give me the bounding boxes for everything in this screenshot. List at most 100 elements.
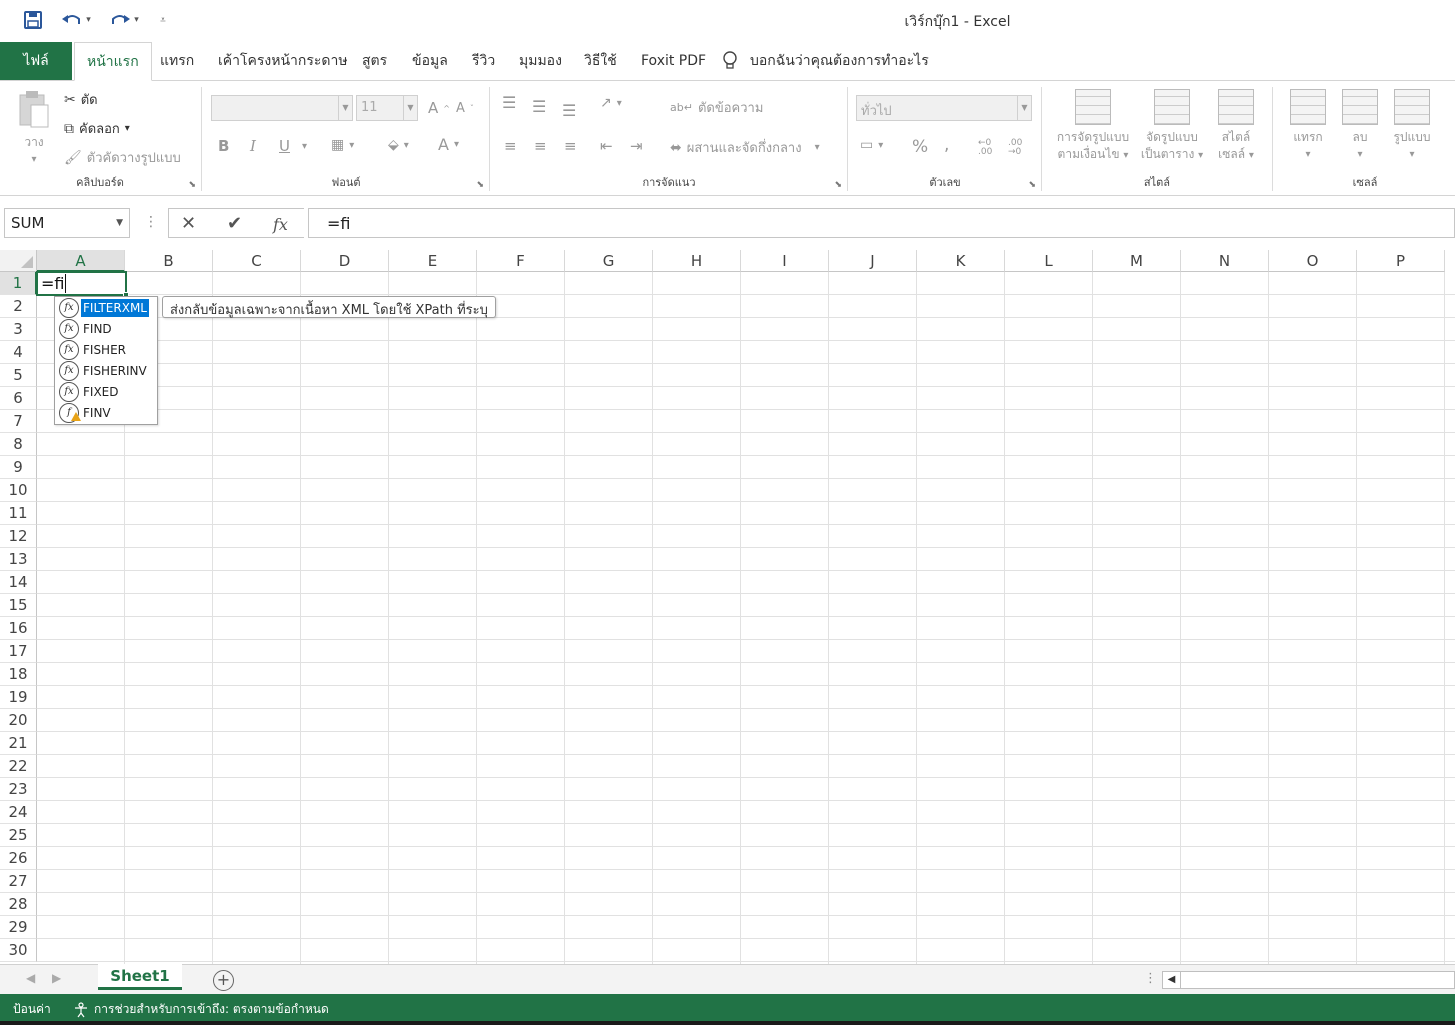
merge-center-button[interactable]: ⬌ ผสานและจัดกึ่งกลาง ▾ [670, 137, 820, 158]
autocomplete-item-find[interactable]: fx FIND [55, 318, 157, 339]
row-header-24[interactable]: 24 [0, 801, 37, 824]
column-header-l[interactable]: L [1005, 250, 1093, 272]
row-header-30[interactable]: 30 [0, 939, 37, 962]
column-header-j[interactable]: J [829, 250, 917, 272]
column-header-i[interactable]: I [741, 250, 829, 272]
more-options-icon[interactable]: ⋮ [1144, 971, 1157, 986]
row-header-28[interactable]: 28 [0, 893, 37, 916]
middle-align-icon[interactable]: ☰ [532, 97, 546, 116]
row-header-14[interactable]: 14 [0, 571, 37, 594]
row-header-21[interactable]: 21 [0, 732, 37, 755]
row-header-11[interactable]: 11 [0, 502, 37, 525]
percent-icon[interactable]: % [912, 137, 928, 157]
sheet-nav-left-icon[interactable]: ◀ [26, 971, 35, 985]
row-header-13[interactable]: 13 [0, 548, 37, 571]
add-sheet-icon[interactable]: + [213, 970, 234, 991]
row-header-7[interactable]: 7 [0, 410, 37, 433]
row-header-9[interactable]: 9 [0, 456, 37, 479]
column-header-e[interactable]: E [389, 250, 477, 272]
comma-icon[interactable]: , [944, 135, 949, 155]
tab-page-layout[interactable]: เค้าโครงหน้ากระดาษ [206, 42, 360, 80]
accounting-button[interactable]: ▭ ▾ [860, 137, 883, 153]
enter-icon[interactable]: ✔ [227, 213, 242, 234]
autocomplete-item-finv[interactable]: f FINV [55, 402, 157, 423]
autocomplete-item-fixed[interactable]: fx FIXED [55, 381, 157, 402]
row-header-27[interactable]: 27 [0, 870, 37, 893]
align-right-icon[interactable]: ≡ [564, 137, 577, 155]
chevron-down-icon[interactable]: ▼ [116, 218, 123, 228]
conditional-formatting-button[interactable]: การจัดรูปแบบ ตามเงื่อนไข ▾ [1050, 89, 1136, 164]
orientation-button[interactable]: ↗ ▾ [600, 95, 622, 111]
row-header-20[interactable]: 20 [0, 709, 37, 732]
dialog-launcher-icon[interactable]: ⬊ [188, 180, 196, 190]
autocomplete-item-fisher[interactable]: fx FISHER [55, 339, 157, 360]
column-header-g[interactable]: G [565, 250, 653, 272]
row-header-3[interactable]: 3 [0, 318, 37, 341]
cut-button[interactable]: ✂ ตัด [64, 89, 98, 110]
column-header-f[interactable]: F [477, 250, 565, 272]
tab-review[interactable]: รีวิว [460, 42, 507, 80]
format-as-table-button[interactable]: จัดรูปแบบ เป็นตาราง ▾ [1136, 89, 1208, 164]
column-header-a[interactable]: A [37, 250, 125, 272]
font-color-button[interactable]: A ▾ [438, 135, 459, 154]
row-header-22[interactable]: 22 [0, 755, 37, 778]
column-header-o[interactable]: O [1269, 250, 1357, 272]
number-format-combo[interactable]: ทั่วไป ▼ [856, 95, 1032, 121]
dialog-launcher-icon[interactable]: ⬊ [1028, 180, 1036, 190]
active-cell[interactable]: =fi [36, 271, 129, 298]
autocomplete-item-filterxml[interactable]: fx FILTERXML [55, 297, 157, 318]
row-header-17[interactable]: 17 [0, 640, 37, 663]
shrink-font-icon[interactable]: Aˇ [456, 101, 474, 116]
row-header-26[interactable]: 26 [0, 847, 37, 870]
underline-button[interactable]: U [279, 137, 290, 155]
row-header-2[interactable]: 2 [0, 295, 37, 318]
wrap-text-button[interactable]: ab↵ ตัดข้อความ [670, 97, 763, 118]
align-left-icon[interactable]: ≡ [504, 137, 517, 155]
select-all-button[interactable] [0, 250, 37, 272]
row-header-1[interactable]: 1 [0, 272, 37, 295]
row-header-10[interactable]: 10 [0, 479, 37, 502]
format-painter-button[interactable]: 🖌 ตัวคัดวางรูปแบบ [64, 147, 181, 168]
tab-view[interactable]: มุมมอง [507, 42, 574, 80]
decrease-indent-icon[interactable]: ⇤ [600, 137, 613, 155]
row-header-6[interactable]: 6 [0, 387, 37, 410]
font-name-combo[interactable]: ▼ [211, 95, 353, 121]
row-header-19[interactable]: 19 [0, 686, 37, 709]
tell-me-box[interactable]: บอกฉันว่าคุณต้องการทำอะไร [722, 42, 929, 80]
tab-insert[interactable]: แทรก [148, 42, 206, 80]
top-align-icon[interactable]: ☰ [502, 93, 516, 112]
insert-cells-button[interactable]: แทรก ▾ [1285, 89, 1331, 163]
formula-input[interactable]: =fi [308, 208, 1455, 238]
horizontal-scrollbar[interactable]: ◀ [1162, 971, 1455, 989]
column-header-m[interactable]: M [1093, 250, 1181, 272]
bold-button[interactable]: B [218, 137, 229, 155]
row-header-12[interactable]: 12 [0, 525, 37, 548]
column-header-c[interactable]: C [213, 250, 301, 272]
row-header-15[interactable]: 15 [0, 594, 37, 617]
row-header-25[interactable]: 25 [0, 824, 37, 847]
row-header-18[interactable]: 18 [0, 663, 37, 686]
tab-file[interactable]: ไฟล์ [0, 42, 72, 80]
italic-button[interactable]: I [250, 137, 256, 155]
scroll-left-icon[interactable]: ◀ [1163, 972, 1181, 988]
insert-function-icon[interactable]: fx [273, 215, 288, 234]
tab-data[interactable]: ข้อมูล [400, 42, 460, 80]
tab-foxit-pdf[interactable]: Foxit PDF [629, 42, 718, 80]
grow-font-icon[interactable]: A ^ [428, 99, 450, 117]
row-header-8[interactable]: 8 [0, 433, 37, 456]
underline-dropdown-icon[interactable]: ▾ [302, 141, 307, 152]
tab-home[interactable]: หน้าแรก [74, 42, 152, 81]
cell-styles-button[interactable]: สไตล์ เซลล์ ▾ [1210, 89, 1262, 164]
name-box[interactable]: SUM ▼ [4, 208, 130, 238]
increase-indent-icon[interactable]: ⇥ [630, 137, 643, 155]
row-header-23[interactable]: 23 [0, 778, 37, 801]
dialog-launcher-icon[interactable]: ⬊ [476, 180, 484, 190]
delete-cells-button[interactable]: ลบ ▾ [1337, 89, 1383, 163]
row-header-5[interactable]: 5 [0, 364, 37, 387]
align-center-icon[interactable]: ≡ [534, 137, 547, 155]
column-header-b[interactable]: B [125, 250, 213, 272]
row-header-16[interactable]: 16 [0, 617, 37, 640]
bottom-align-icon[interactable]: ☰ [562, 101, 576, 120]
increase-decimal-icon[interactable]: ←0.00 [978, 139, 992, 157]
decrease-decimal-icon[interactable]: .00 →0 [1008, 139, 1022, 157]
